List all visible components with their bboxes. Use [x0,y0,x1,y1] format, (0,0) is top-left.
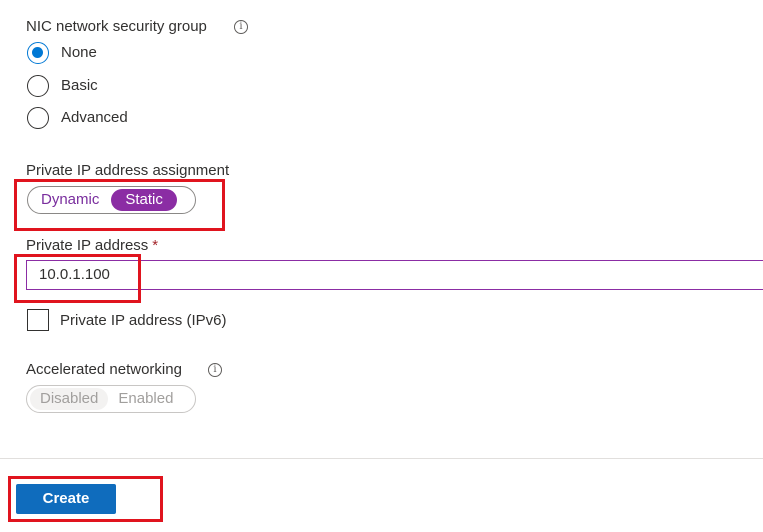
accelerated-networking-toggle[interactable]: Disabled Enabled [26,385,196,413]
nsg-radio-none-label: None [61,44,97,61]
nsg-label: NIC network security group [26,18,207,35]
ip-assignment-label: Private IP address assignment [26,162,230,179]
accelerated-networking-info-icon[interactable]: i [208,363,222,377]
private-ip-label: Private IP address * [26,237,158,254]
radio-unselected-icon[interactable] [27,75,49,97]
accelerated-networking-disabled-option[interactable]: Disabled [30,388,109,410]
nsg-radio-basic-label: Basic [61,77,98,94]
required-asterisk: * [152,237,159,254]
nsg-radio-advanced-label: Advanced [61,109,128,126]
radio-selected-icon[interactable] [27,42,49,64]
accelerated-networking-label: Accelerated networking [26,361,182,378]
highlight-box-ip-assignment [14,179,225,231]
highlight-box-create [8,476,163,522]
footer-divider [0,458,763,459]
ipv6-checkbox[interactable] [27,309,49,331]
accelerated-networking-enabled-option[interactable]: Enabled [108,388,183,410]
nsg-info-icon[interactable]: i [234,20,248,34]
nsg-radio-basic[interactable]: Basic [27,75,227,99]
highlight-box-private-ip [14,254,141,303]
radio-unselected-icon[interactable] [27,107,49,129]
ipv6-label: Private IP address (IPv6) [60,312,227,329]
private-ip-label-text: Private IP address [26,237,149,254]
nsg-radio-advanced[interactable]: Advanced [27,107,227,131]
nsg-radio-none[interactable]: None [27,42,227,66]
